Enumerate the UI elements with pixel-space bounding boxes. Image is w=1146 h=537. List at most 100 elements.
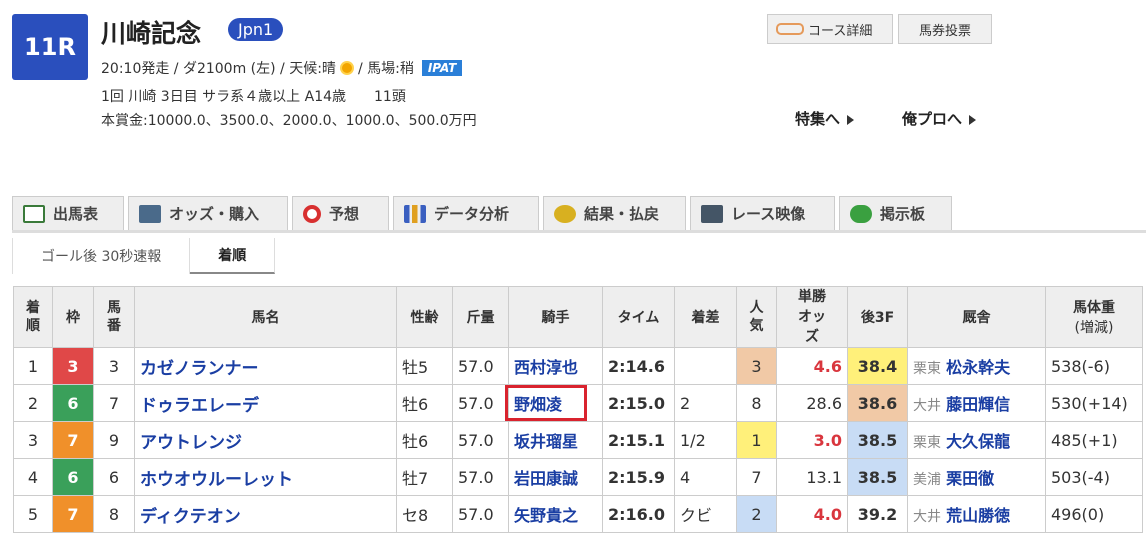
header-sexage: 性齢 — [396, 286, 453, 348]
sex-age-cell: 牡6 — [396, 421, 453, 459]
tab-label: オッズ・購入 — [169, 205, 260, 223]
header-jockey: 騎手 — [508, 286, 603, 348]
margin-cell: 1/2 — [674, 421, 737, 459]
table-row[interactable]: 3 7 9 アウトレンジ 牡6 57.0 坂井瑠星 2:15.1 1/2 1 3… — [13, 421, 1143, 459]
header-bw-label: 馬体重 — [1073, 300, 1115, 316]
orepro-label: 俺プロへ — [902, 110, 963, 128]
special-feature-link[interactable]: 特集へ — [795, 108, 855, 129]
jockey-link[interactable]: 坂井瑠星 — [508, 421, 603, 459]
horse-name-link[interactable]: アウトレンジ — [134, 421, 397, 459]
header-num: 馬番 — [93, 286, 135, 348]
video-icon — [701, 204, 723, 223]
subtab-goal-flash[interactable]: ゴール後 30秒速報 — [13, 238, 191, 274]
horse-number-cell: 6 — [93, 458, 135, 496]
popularity-cell: 1 — [736, 421, 777, 459]
header-rank: 着順 — [13, 286, 53, 348]
jockey-name: 西村淳也 — [514, 358, 579, 377]
tab-results[interactable]: 結果・払戻 — [543, 196, 686, 230]
course-detail-label: コース詳細 — [808, 23, 873, 39]
ipat-icon — [139, 204, 161, 223]
body-weight-cell: 538(-6) — [1045, 347, 1143, 385]
jockey-link[interactable]: 西村淳也 — [508, 347, 603, 385]
body-weight-cell: 496(0) — [1045, 495, 1143, 533]
sex-age-cell: セ8 — [396, 495, 453, 533]
horse-name-link[interactable]: ホウオウルーレット — [134, 458, 397, 496]
jockey-link[interactable]: 矢野貴之 — [508, 495, 603, 533]
horse-number-cell: 7 — [93, 384, 135, 422]
tab-bbs[interactable]: 掲示板 — [839, 196, 952, 230]
bet-vote-button[interactable]: 馬券投票 — [898, 14, 992, 44]
horse-name: ホウオウルーレット — [140, 469, 293, 490]
special-feature-label: 特集へ — [795, 110, 841, 128]
course-detail-button[interactable]: コース詳細 — [767, 14, 893, 44]
last-3f-cell: 38.6 — [847, 384, 908, 422]
trainer-link[interactable]: 荒山勝徳 — [946, 506, 1010, 525]
waku-cell: 3 — [52, 347, 94, 385]
table-row[interactable]: 5 7 8 ディクテオン セ8 57.0 矢野貴之 2:16.0 クビ 2 4.… — [13, 495, 1143, 533]
time-cell: 2:15.0 — [602, 384, 675, 422]
orepro-link[interactable]: 俺プロへ — [902, 108, 977, 129]
tab-label: レース映像 — [731, 205, 806, 223]
header-odds: 単勝オッズ — [776, 286, 848, 348]
stable-region: 栗東 — [913, 361, 941, 377]
sex-age-cell: 牡6 — [396, 384, 453, 422]
popularity-cell: 2 — [736, 495, 777, 533]
horse-number-cell: 3 — [93, 347, 135, 385]
last-3f-cell: 38.4 — [847, 347, 908, 385]
race-meet-info: 1回 川崎 3日目 サラ系４歳以上 A14歳 11頭 — [101, 89, 406, 105]
last-3f-cell: 38.5 — [847, 421, 908, 459]
waku-cell: 7 — [52, 421, 94, 459]
tab-shutsuba[interactable]: 出馬表 — [12, 196, 124, 230]
header-name: 馬名 — [134, 286, 397, 348]
subtab-finish-order[interactable]: 着順 — [190, 238, 276, 274]
header-waku: 枠 — [52, 286, 94, 348]
horse-name-link[interactable]: カゼノランナー — [134, 347, 397, 385]
tab-yoso[interactable]: 予想 — [292, 196, 389, 230]
last-3f-cell: 38.5 — [847, 458, 908, 496]
header-bw-sub: (増減) — [1074, 320, 1114, 336]
trainer-link[interactable]: 大久保龍 — [946, 432, 1010, 451]
tab-label: 掲示板 — [880, 205, 926, 223]
stable-cell: 栗東 松永幹夫 — [907, 347, 1046, 385]
last-3f-cell: 39.2 — [847, 495, 908, 533]
tab-data-analysis[interactable]: データ分析 — [393, 196, 539, 230]
jockey-link[interactable]: 岩田康誠 — [508, 458, 603, 496]
table-row[interactable]: 1 3 3 カゼノランナー 牡5 57.0 西村淳也 2:14.6 3 4.6 … — [13, 347, 1143, 385]
ipat-badge[interactable]: IPAT — [421, 60, 463, 76]
bar-chart-icon — [404, 204, 426, 223]
waku-cell: 6 — [52, 458, 94, 496]
stable-cell: 大井 荒山勝徳 — [907, 495, 1046, 533]
header-bw: 馬体重 (増減) — [1045, 286, 1143, 348]
header-pop: 人気 — [736, 286, 777, 348]
horse-name-link[interactable]: ディクテオン — [134, 495, 397, 533]
waku-cell: 7 — [52, 495, 94, 533]
race-info-line: 20:10発走 / ダ2100m (左) / 天候:晴 / 馬場:稍 IPAT — [101, 58, 463, 78]
jockey-highlight-box — [505, 385, 587, 421]
tab-odds[interactable]: オッズ・購入 — [128, 196, 288, 230]
odds-cell: 28.6 — [776, 384, 848, 422]
popularity-cell: 3 — [736, 347, 777, 385]
horse-number-cell: 9 — [93, 421, 135, 459]
odds-cell: 13.1 — [776, 458, 848, 496]
margin-cell: クビ — [674, 495, 737, 533]
header-stable: 厩舎 — [907, 286, 1046, 348]
trainer-link[interactable]: 栗田徹 — [946, 469, 994, 488]
header-f3: 後3F — [847, 286, 908, 348]
body-weight-cell: 503(-4) — [1045, 458, 1143, 496]
horse-name-link[interactable]: ドゥラエレーデ — [134, 384, 397, 422]
body-weight-cell: 485(+1) — [1045, 421, 1143, 459]
time-cell: 2:15.9 — [602, 458, 675, 496]
result-subtabs: ゴール後 30秒速報 着順 — [12, 238, 276, 274]
weight-cell: 57.0 — [452, 384, 509, 422]
popularity-cell: 7 — [736, 458, 777, 496]
trainer-link[interactable]: 藤田輝信 — [946, 395, 1010, 414]
table-row[interactable]: 4 6 6 ホウオウルーレット 牡7 57.0 岩田康誠 2:15.9 4 7 … — [13, 458, 1143, 496]
rank-cell: 4 — [13, 458, 53, 496]
stable-region: 美浦 — [913, 472, 941, 488]
odds-cell: 4.6 — [776, 347, 848, 385]
bet-vote-label: 馬券投票 — [918, 23, 971, 39]
trainer-link[interactable]: 松永幹夫 — [946, 358, 1010, 377]
table-header-row: 着順 枠 馬番 馬名 性齢 斤量 騎手 タイム 着差 人気 単勝オッズ 後3F … — [13, 286, 1143, 348]
odds-cell: 3.0 — [776, 421, 848, 459]
tab-race-video[interactable]: レース映像 — [690, 196, 835, 230]
